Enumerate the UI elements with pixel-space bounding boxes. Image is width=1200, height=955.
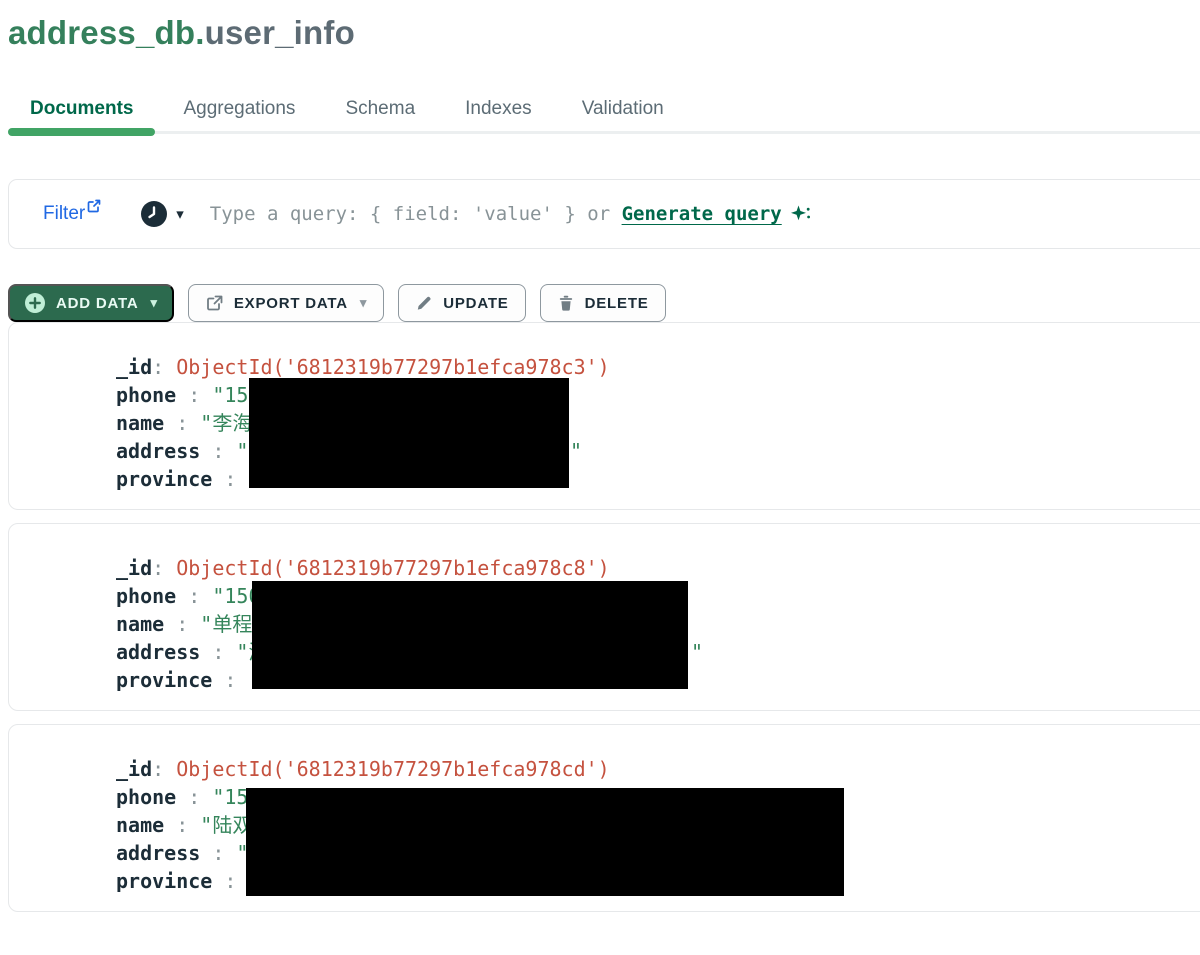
query-filter-bar: Filter ▾ Type a query: { field: 'value' … xyxy=(8,179,1200,249)
external-link-icon xyxy=(85,203,101,213)
redaction-box xyxy=(246,788,844,896)
field-value-objectid: ObjectId('6812319b77297b1efca978cd') xyxy=(176,757,609,781)
caret-down-icon: ▾ xyxy=(176,205,184,223)
tab-bar: Documents Aggregations Schema Indexes Va… xyxy=(8,92,1200,138)
plus-circle-icon xyxy=(24,292,46,314)
generate-query-link[interactable]: Generate query xyxy=(622,203,782,225)
trash-icon xyxy=(557,294,575,312)
field-key: phone xyxy=(116,383,176,407)
field-value-objectid: ObjectId('6812319b77297b1efca978c3') xyxy=(176,355,609,379)
update-label: UPDATE xyxy=(443,295,508,312)
document-card: _id: ObjectId('6812319b77297b1efca978cd'… xyxy=(8,724,1200,912)
field-key: address xyxy=(116,640,200,664)
caret-down-icon: ▾ xyxy=(360,295,367,311)
address-closing-quote: " xyxy=(570,437,582,465)
sparkle-icon xyxy=(782,203,811,225)
caret-down-icon: ▾ xyxy=(151,295,158,311)
document-card: _id: ObjectId('6812319b77297b1efca978c8'… xyxy=(8,523,1200,711)
database-name: address_db. xyxy=(8,14,205,51)
field-value-string: "单程 xyxy=(200,612,252,636)
document-field-row: _id: ObjectId('6812319b77297b1efca978c8'… xyxy=(116,554,1200,582)
page-title: address_db.user_info xyxy=(8,14,1200,52)
field-value-objectid: ObjectId('6812319b77297b1efca978c8') xyxy=(176,556,609,580)
add-data-button[interactable]: ADD DATA ▾ xyxy=(8,284,174,322)
field-value-string: "陆双 xyxy=(200,813,252,837)
document-field-row: _id: ObjectId('6812319b77297b1efca978c3'… xyxy=(116,353,1200,381)
field-value-string: "李海 xyxy=(200,411,252,435)
redaction-box xyxy=(249,378,569,488)
update-button[interactable]: UPDATE xyxy=(398,284,525,322)
clock-icon xyxy=(141,201,167,227)
export-icon xyxy=(205,294,224,313)
field-key: phone xyxy=(116,584,176,608)
tab-divider xyxy=(8,131,1200,134)
field-key: address xyxy=(116,439,200,463)
field-key: province xyxy=(116,467,212,491)
tab-documents[interactable]: Documents xyxy=(8,92,155,138)
document-field-row: _id: ObjectId('6812319b77297b1efca978cd'… xyxy=(116,755,1200,783)
delete-button[interactable]: DELETE xyxy=(540,284,666,322)
field-key: name xyxy=(116,813,164,837)
document-card: _id: ObjectId('6812319b77297b1efca978c3'… xyxy=(8,322,1200,510)
query-input[interactable]: Type a query: { field: 'value' } or Gene… xyxy=(210,203,811,225)
filter-link[interactable]: Filter xyxy=(43,203,101,225)
field-key: name xyxy=(116,411,164,435)
field-key: name xyxy=(116,612,164,636)
query-history-button[interactable]: ▾ xyxy=(141,201,184,227)
filter-link-label: Filter xyxy=(43,203,85,225)
collection-name: user_info xyxy=(205,14,355,51)
query-placeholder: Type a query: { field: 'value' } or xyxy=(210,203,622,225)
pencil-icon xyxy=(415,294,433,312)
field-key: address xyxy=(116,841,200,865)
field-key: _id xyxy=(116,355,152,379)
export-data-label: EXPORT DATA xyxy=(234,295,348,312)
redaction-box xyxy=(252,581,688,689)
export-data-button[interactable]: EXPORT DATA ▾ xyxy=(188,284,384,322)
field-value-string: " xyxy=(236,439,248,463)
field-key: _id xyxy=(116,757,152,781)
field-key: _id xyxy=(116,556,152,580)
field-value-string: "15 xyxy=(212,785,248,809)
delete-label: DELETE xyxy=(585,295,649,312)
add-data-label: ADD DATA xyxy=(56,295,139,312)
field-value-string: "15 xyxy=(212,383,248,407)
field-key: province xyxy=(116,668,212,692)
field-key: province xyxy=(116,869,212,893)
document-actions-toolbar: ADD DATA ▾ EXPORT DATA ▾ UPDATE DELE xyxy=(8,284,1200,322)
address-closing-quote: " xyxy=(691,638,703,666)
field-key: phone xyxy=(116,785,176,809)
